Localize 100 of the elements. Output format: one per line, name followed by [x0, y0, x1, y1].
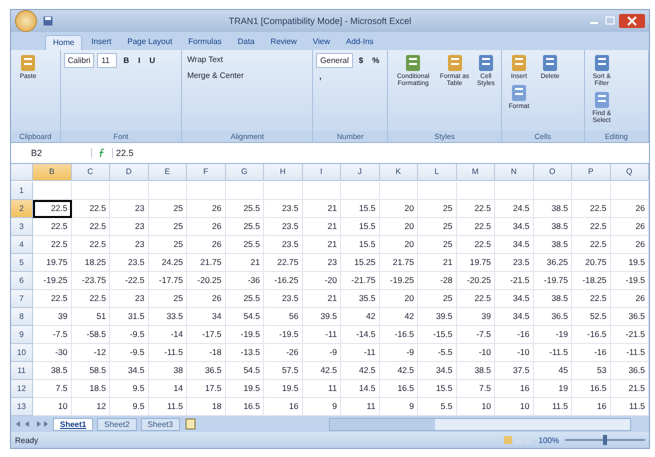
table-cell: 38.5 [33, 362, 72, 380]
column-header[interactable]: E [148, 164, 187, 181]
column-header[interactable]: J [341, 164, 380, 181]
column-header[interactable]: G [226, 164, 264, 181]
table-cell: 36.5 [534, 308, 572, 326]
ribbon-tab[interactable]: Data [230, 35, 262, 50]
table-cell: 22.5 [72, 236, 110, 254]
zoom-level[interactable]: 100% [538, 436, 559, 444]
table-cell: 42 [380, 308, 418, 326]
ribbon-tab[interactable]: View [306, 35, 337, 50]
table-cell: 22.5 [33, 290, 72, 308]
table-cell: -5.5 [418, 344, 456, 362]
table-cell: 38.5 [534, 200, 572, 218]
table-cell: 22.5 [456, 236, 495, 254]
table-cell: 19.5 [264, 380, 302, 398]
column-header[interactable]: D [110, 164, 148, 181]
toggle-button[interactable]: U [146, 53, 158, 68]
column-header[interactable]: O [534, 164, 572, 181]
row-header[interactable]: 3 [11, 218, 33, 236]
sheet-tab[interactable]: Sheet3 [140, 418, 180, 430]
table-cell: 26 [610, 218, 649, 236]
toggle-button[interactable]: I [135, 53, 144, 68]
table-cell: 22.5 [456, 290, 495, 308]
row-header[interactable]: 2 [11, 200, 33, 218]
table-cell: 23 [110, 290, 148, 308]
column-header[interactable]: P [572, 164, 610, 181]
table-cell: 33.5 [148, 308, 187, 326]
dropdown-field[interactable]: Calibri [64, 53, 94, 68]
ribbon-tab[interactable]: Add-Ins [338, 35, 381, 50]
toggle-button[interactable]: , [316, 71, 324, 82]
row-header[interactable]: 11 [11, 362, 33, 380]
row-header[interactable]: 8 [11, 308, 33, 326]
ribbon-button[interactable]: Merge & Center [185, 69, 310, 82]
table-cell: -9.5 [110, 344, 148, 362]
column-header[interactable]: I [302, 164, 341, 181]
table-cell: 22.5 [72, 290, 110, 308]
status-text: Ready [15, 436, 38, 444]
row-header[interactable]: 4 [11, 236, 33, 254]
table-cell: 17.5 [187, 380, 226, 398]
toggle-button[interactable]: B [120, 53, 132, 68]
table-cell: 26 [187, 236, 226, 254]
table-cell: 22.5 [72, 218, 110, 236]
table-cell: 25.5 [226, 236, 264, 254]
row-header[interactable]: 13 [11, 398, 33, 416]
toggle-button[interactable]: % [369, 53, 382, 68]
column-header[interactable]: H [264, 164, 302, 181]
ribbon-tab[interactable]: Home [45, 35, 82, 50]
ribbon-tab[interactable]: Review [264, 35, 304, 50]
table-cell: -19.25 [33, 272, 72, 290]
table-cell: 42.5 [341, 362, 380, 380]
table-cell: 56 [264, 308, 302, 326]
table-cell: 24.25 [148, 254, 187, 272]
column-header[interactable]: F [187, 164, 226, 181]
column-header[interactable]: L [418, 164, 456, 181]
table-cell: 52.5 [572, 308, 610, 326]
row-header[interactable]: 10 [11, 344, 33, 362]
row-header[interactable]: 9 [11, 326, 33, 344]
row-header[interactable]: 1 [11, 182, 33, 200]
sheet-tab[interactable]: Sheet1 [53, 418, 94, 430]
row-header[interactable]: 5 [11, 254, 33, 272]
name-box[interactable]: B2 [15, 148, 92, 158]
row-header[interactable]: 7 [11, 290, 33, 308]
ribbon-tab[interactable]: Page Layout [120, 35, 180, 50]
table-cell: 15.25 [341, 254, 380, 272]
ribbon-tab[interactable]: Insert [84, 35, 118, 50]
table-cell: 7.5 [33, 380, 72, 398]
table-cell: 21 [302, 200, 341, 218]
table-cell: -18.25 [572, 272, 610, 290]
table-cell: 26 [187, 200, 226, 218]
column-header[interactable]: K [380, 164, 418, 181]
column-header[interactable]: N [495, 164, 534, 181]
row-header[interactable]: 6 [11, 272, 33, 290]
column-header[interactable]: C [72, 164, 110, 181]
dropdown-field[interactable]: 11 [97, 53, 118, 68]
table-cell: 34.5 [495, 290, 534, 308]
table-cell: 15.5 [341, 236, 380, 254]
table-cell: 25.5 [226, 290, 264, 308]
table-cell: 14 [148, 380, 187, 398]
column-header[interactable]: M [456, 164, 495, 181]
column-header[interactable]: Q [610, 164, 649, 181]
formula-field[interactable]: 22.5 [112, 148, 645, 158]
table-cell: 23.5 [264, 290, 302, 308]
table-cell: -21.75 [341, 272, 380, 290]
table-cell: -22.5 [110, 272, 148, 290]
table-cell: -11.5 [610, 344, 649, 362]
sheet-tab[interactable]: Sheet2 [97, 418, 137, 430]
dropdown-field[interactable]: General [316, 53, 353, 68]
table-cell: 11 [302, 380, 341, 398]
table-cell: 58.5 [72, 362, 110, 380]
toggle-button[interactable]: $ [356, 53, 366, 68]
table-cell: 23.5 [264, 236, 302, 254]
ribbon-tab[interactable]: Formulas [181, 35, 229, 50]
table-cell: 53 [572, 362, 610, 380]
table-cell: -58.5 [72, 326, 110, 344]
column-header[interactable]: B [33, 164, 72, 181]
table-cell: -14 [148, 326, 187, 344]
ribbon-button[interactable]: Wrap Text [185, 53, 310, 66]
row-header[interactable]: 12 [11, 380, 33, 398]
table-cell: 21.75 [187, 254, 226, 272]
table-cell: 15.5 [341, 218, 380, 236]
